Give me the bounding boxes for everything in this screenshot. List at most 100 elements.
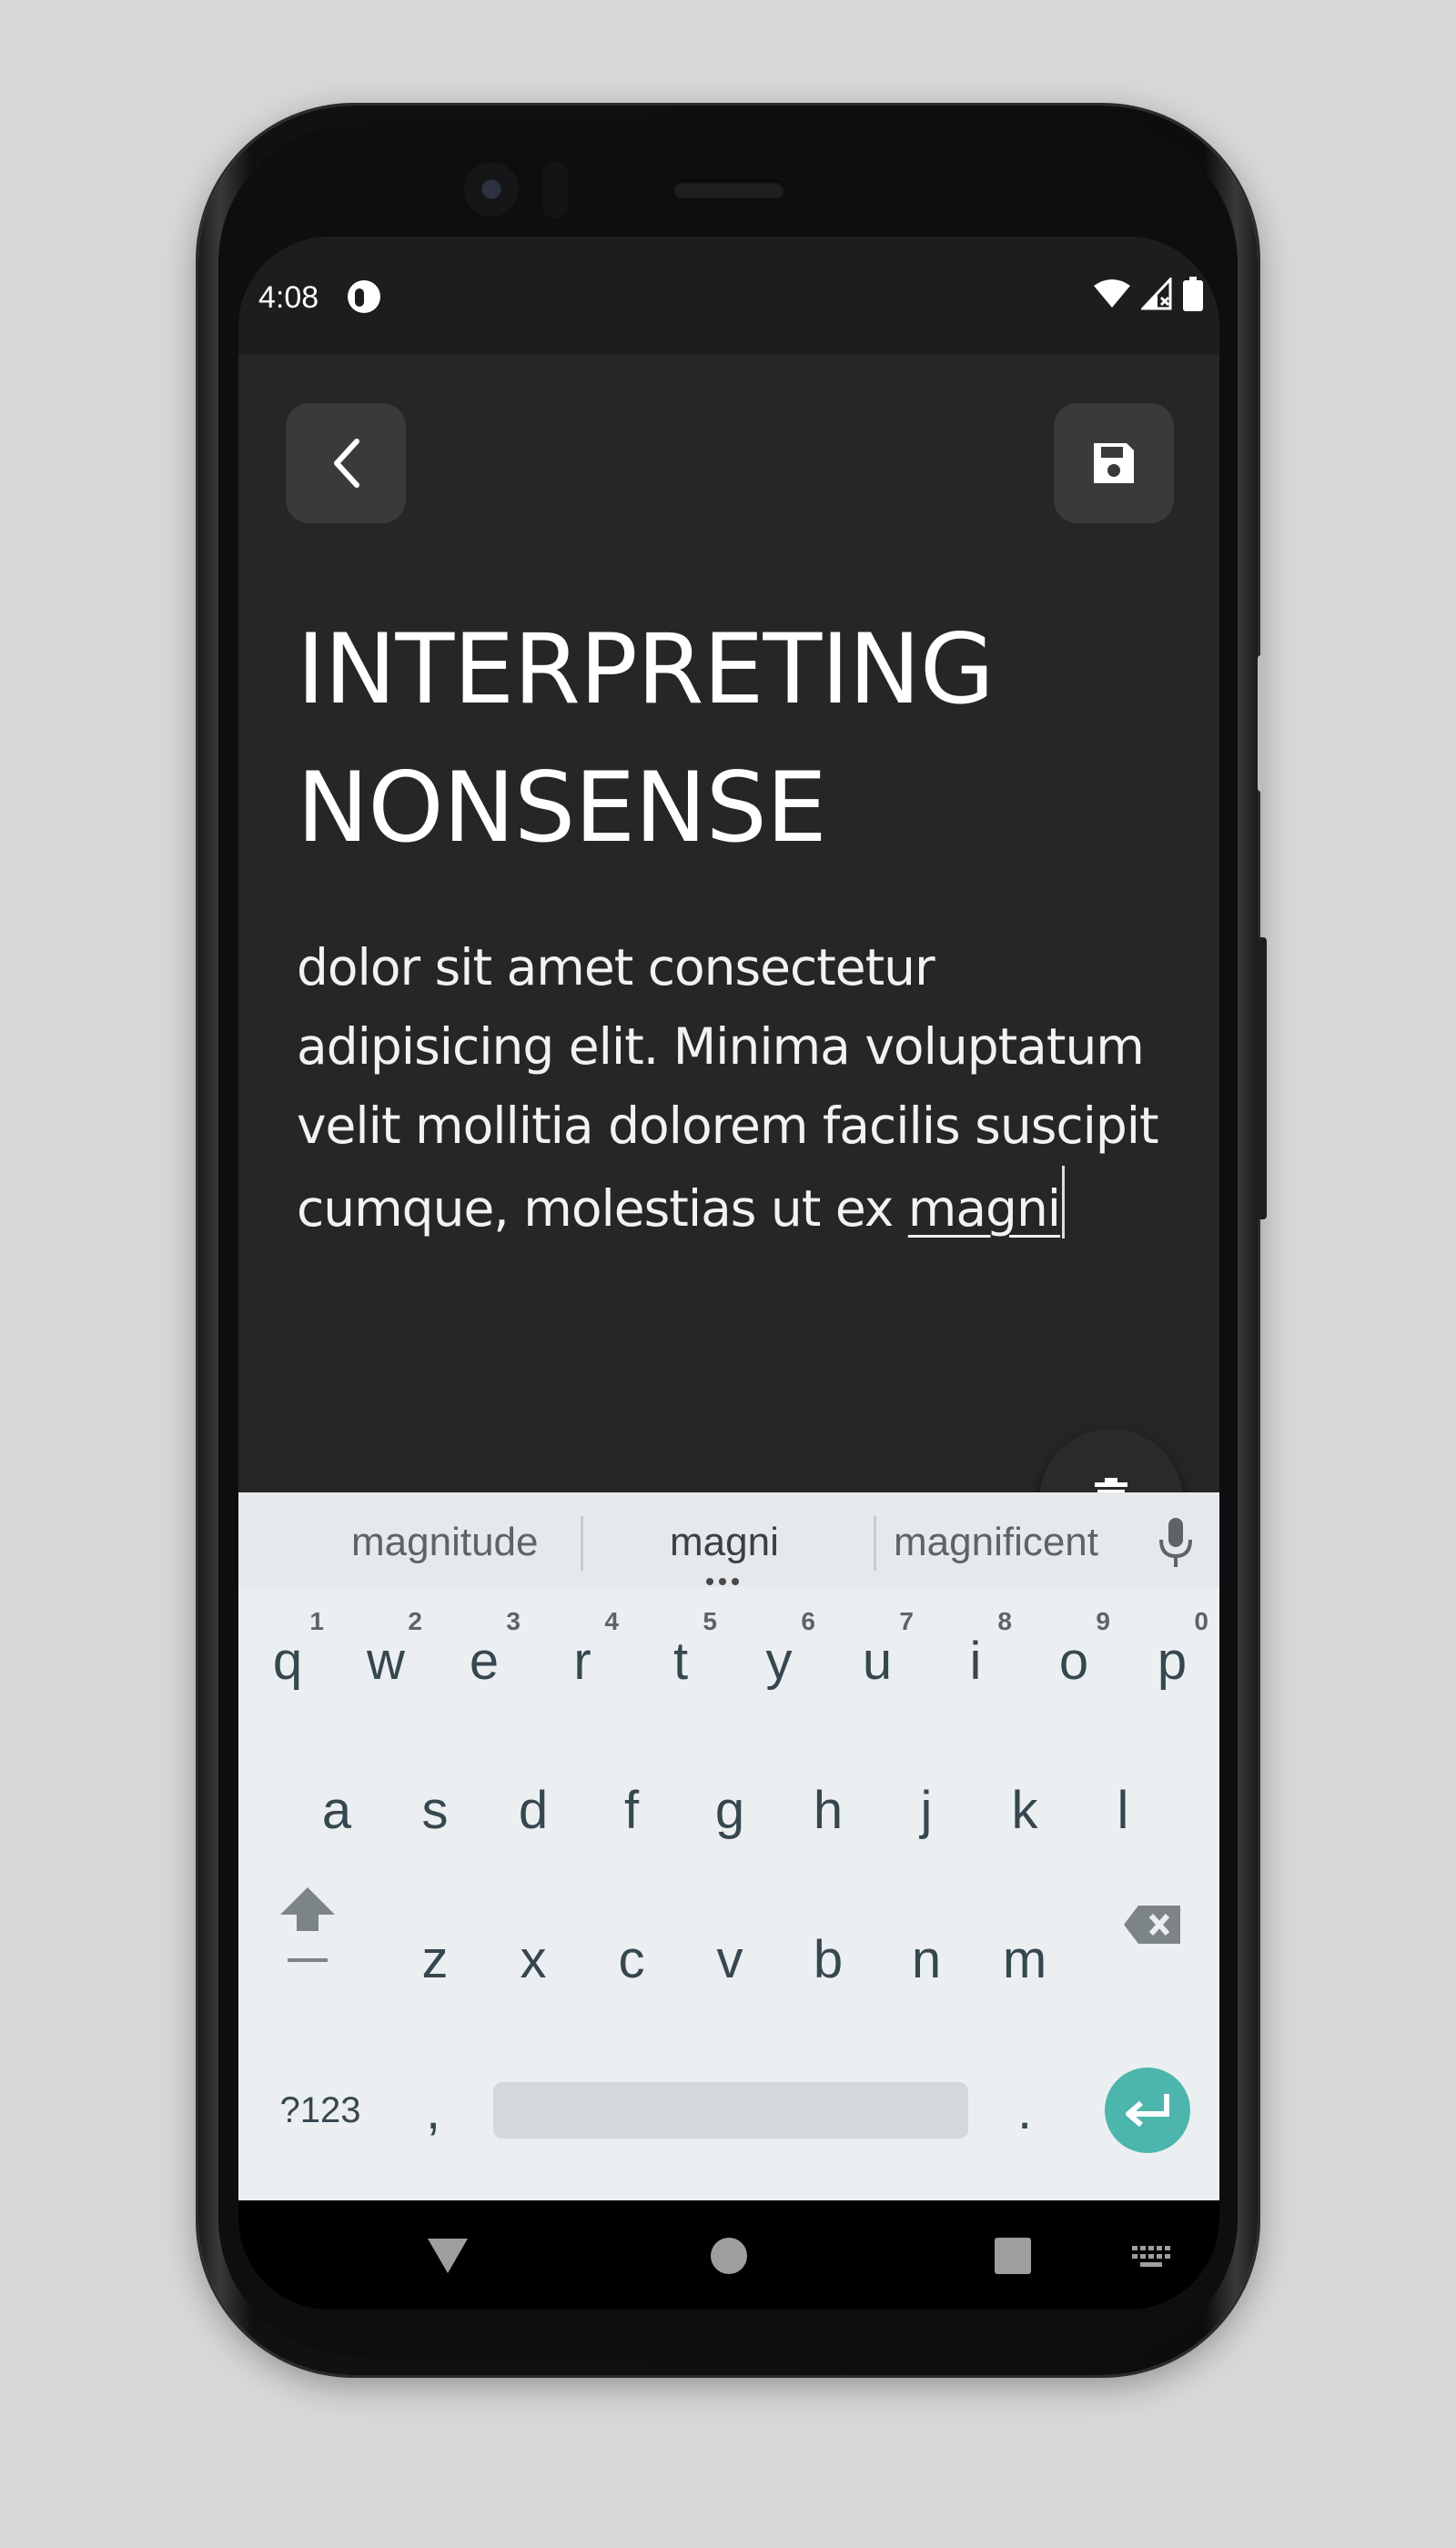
save-icon xyxy=(1094,443,1134,483)
nav-home-icon[interactable] xyxy=(710,2237,748,2275)
shift-key[interactable] xyxy=(258,1856,357,1993)
key-z[interactable]: z xyxy=(386,1891,484,2027)
proximity-sensor xyxy=(542,162,568,218)
key-l-label: l xyxy=(1117,1780,1129,1840)
key-m-label: m xyxy=(1002,1929,1047,1989)
key-p[interactable]: p0 xyxy=(1123,1592,1219,1729)
period-key[interactable]: . xyxy=(976,2042,1074,2179)
key-y-hint: 6 xyxy=(801,1607,815,1635)
key-e[interactable]: e3 xyxy=(435,1592,533,1729)
key-c-label: c xyxy=(618,1929,645,1989)
back-button[interactable] xyxy=(286,403,406,523)
backspace-icon xyxy=(1124,1906,1180,1944)
symbols-key[interactable]: ?123 xyxy=(257,2042,384,2179)
key-m[interactable]: m xyxy=(976,1891,1074,2027)
key-g-label: g xyxy=(714,1780,745,1840)
key-g[interactable]: g xyxy=(681,1742,779,1878)
key-p-label: p xyxy=(1157,1631,1188,1691)
key-i-hint: 8 xyxy=(997,1607,1012,1635)
period-key-label: . xyxy=(1016,2080,1033,2140)
mic-icon[interactable] xyxy=(1158,1518,1194,1569)
key-k-label: k xyxy=(1011,1780,1038,1840)
more-suggestions-indicator[interactable] xyxy=(706,1578,739,1585)
key-u-hint: 7 xyxy=(899,1607,914,1635)
key-n[interactable]: n xyxy=(877,1891,976,2027)
key-q-label: q xyxy=(272,1631,303,1691)
key-o-label: o xyxy=(1058,1631,1089,1691)
text-cursor xyxy=(1062,1166,1066,1239)
key-i[interactable]: i8 xyxy=(926,1592,1025,1729)
key-x-label: x xyxy=(520,1929,547,1989)
key-e-hint: 3 xyxy=(506,1607,521,1635)
shift-icon xyxy=(280,1887,335,1962)
key-e-label: e xyxy=(469,1631,500,1691)
suggestion-divider xyxy=(874,1516,876,1571)
key-t-label: t xyxy=(672,1631,689,1691)
navigation-bar xyxy=(238,2200,1219,2310)
key-b[interactable]: b xyxy=(779,1891,877,2027)
nav-recents-icon[interactable] xyxy=(994,2237,1032,2275)
key-f[interactable]: f xyxy=(582,1742,681,1878)
comma-key-label: , xyxy=(425,2080,441,2140)
notification-app-icon xyxy=(348,280,380,313)
power-button xyxy=(1258,655,1265,792)
composing-word: magni xyxy=(907,1179,1061,1238)
key-r-label: r xyxy=(573,1631,592,1691)
symbols-key-label: ?123 xyxy=(279,2089,361,2130)
key-i-label: i xyxy=(969,1631,982,1691)
key-k[interactable]: k xyxy=(976,1742,1074,1878)
suggestion-right[interactable]: magnificent xyxy=(894,1520,1098,1565)
enter-key[interactable] xyxy=(1105,2068,1190,2153)
key-w-hint: 2 xyxy=(408,1607,422,1635)
key-q-hint: 1 xyxy=(309,1607,324,1635)
key-x[interactable]: x xyxy=(484,1891,582,2027)
save-button[interactable] xyxy=(1054,403,1174,523)
nav-back-icon[interactable] xyxy=(426,2237,470,2275)
key-h[interactable]: h xyxy=(779,1742,877,1878)
key-j[interactable]: j xyxy=(877,1742,976,1878)
suggestion-divider xyxy=(581,1516,583,1571)
soft-keyboard: magnitude magni magnificent q1w2e3r4t5y6… xyxy=(238,1492,1219,2200)
key-j-label: j xyxy=(920,1780,933,1840)
key-d[interactable]: d xyxy=(484,1742,582,1878)
status-icons xyxy=(1094,277,1203,311)
space-bar[interactable] xyxy=(493,2082,968,2138)
note-body[interactable]: dolor sit amet consectetur adipisicing e… xyxy=(297,928,1170,1249)
key-w-label: w xyxy=(367,1631,405,1691)
status-bar: 4:08 xyxy=(238,237,1219,355)
key-s-label: s xyxy=(421,1780,449,1840)
key-s[interactable]: s xyxy=(386,1742,484,1878)
key-q[interactable]: q1 xyxy=(238,1592,337,1729)
key-b-label: b xyxy=(813,1929,844,1989)
back-icon xyxy=(334,439,359,488)
key-u[interactable]: u7 xyxy=(828,1592,926,1729)
key-d-label: d xyxy=(518,1780,549,1840)
key-y[interactable]: y6 xyxy=(730,1592,828,1729)
backspace-key[interactable] xyxy=(1103,1856,1201,1993)
screen: 4:08 INTERPRETING NONSENSE dolor sit ame… xyxy=(238,237,1219,2310)
suggestion-center[interactable]: magni xyxy=(670,1520,779,1565)
key-c[interactable]: c xyxy=(582,1891,681,2027)
key-z-label: z xyxy=(421,1929,449,1989)
volume-button xyxy=(1258,937,1267,1219)
key-r[interactable]: r4 xyxy=(533,1592,632,1729)
key-u-label: u xyxy=(862,1631,893,1691)
suggestion-left[interactable]: magnitude xyxy=(351,1520,538,1565)
comma-key[interactable]: , xyxy=(384,2042,482,2179)
note-title[interactable]: INTERPRETING NONSENSE xyxy=(297,601,1170,877)
key-o-hint: 9 xyxy=(1096,1607,1110,1635)
key-o[interactable]: o9 xyxy=(1025,1592,1123,1729)
key-w[interactable]: w2 xyxy=(337,1592,435,1729)
key-h-label: h xyxy=(813,1780,844,1840)
key-y-label: y xyxy=(765,1631,793,1691)
key-n-label: n xyxy=(911,1929,942,1989)
key-f-label: f xyxy=(623,1780,640,1840)
key-v-label: v xyxy=(716,1929,743,1989)
earpiece-speaker xyxy=(673,180,784,198)
enter-icon xyxy=(1126,2094,1169,2128)
key-v[interactable]: v xyxy=(681,1891,779,2027)
suggestion-strip: magnitude magni magnificent xyxy=(238,1492,1219,1587)
keyboard-switch-icon[interactable] xyxy=(1132,2246,1172,2268)
signal-icon xyxy=(1141,278,1172,310)
key-t[interactable]: t5 xyxy=(632,1592,730,1729)
